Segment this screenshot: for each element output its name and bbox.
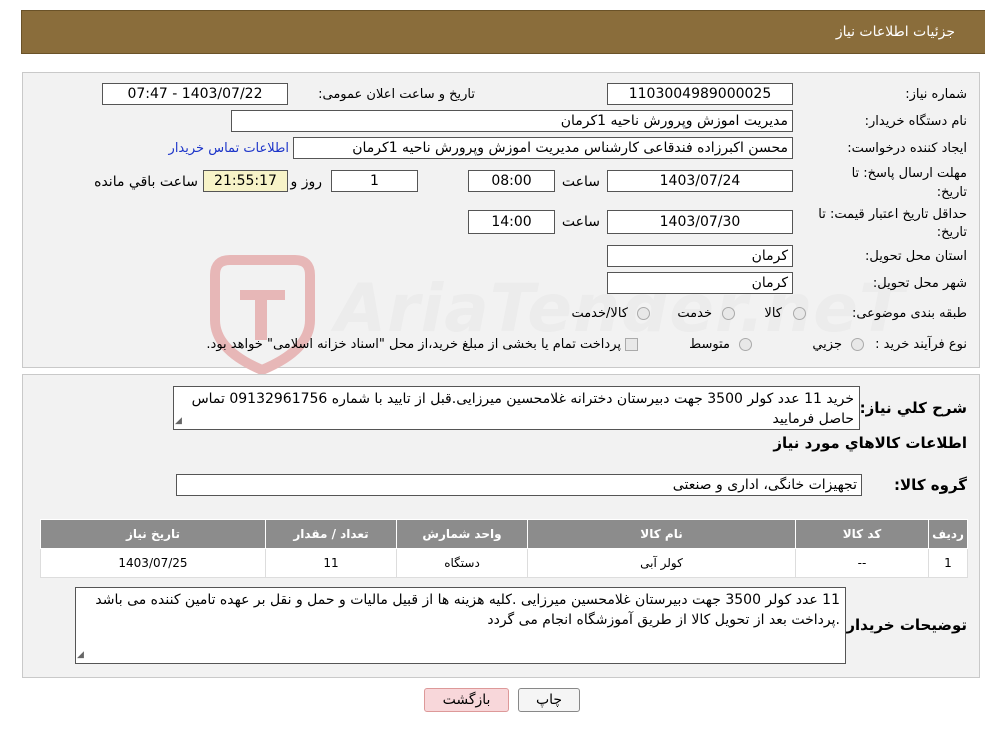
goods-group-field: تجهیزات خانگی، اداری و صنعتی xyxy=(176,474,862,496)
need-number-label: شماره نیاز: xyxy=(905,87,967,102)
col-name: نام کالا xyxy=(527,519,796,549)
price-validity-time: 14:00 xyxy=(468,210,555,234)
buyer-contact-link[interactable]: اطلاعات تماس خریدار xyxy=(169,141,289,156)
process-note: پرداخت تمام یا بخشی از مبلغ خرید،از محل … xyxy=(206,337,621,352)
reply-deadline-label-1: مهلت ارسال پاسخ: تا xyxy=(851,166,967,181)
cell-date: 1403/07/25 xyxy=(40,548,266,578)
goods-section-title: اطلاعات کالاهاي مورد نياز xyxy=(773,434,967,452)
cell-unit: دستگاه xyxy=(396,548,528,578)
process-option-medium: متوسط xyxy=(689,337,730,352)
reply-deadline-date: 1403/07/24 xyxy=(607,170,793,192)
col-unit: واحد شمارش xyxy=(396,519,528,549)
requester-field: محسن اکبرزاده فندقاعی کارشناس مدیریت امو… xyxy=(293,137,793,159)
process-radio-medium[interactable] xyxy=(739,338,752,351)
back-button[interactable]: بازگشت xyxy=(424,688,509,712)
price-validity-label-2: تاریخ: xyxy=(936,225,967,240)
summary-label: شرح كلي نياز: xyxy=(859,399,967,417)
cell-code: -- xyxy=(795,548,929,578)
category-option-goods: کالا xyxy=(764,306,782,321)
buyer-notes-resize-grip: ◢ xyxy=(77,650,84,660)
reply-days-label: روز و xyxy=(290,174,323,190)
goods-table-header: ردیف کد کالا نام کالا واحد شمارش تعداد /… xyxy=(40,519,968,549)
page-title: جزئیات اطلاعات نیاز xyxy=(835,24,955,40)
province-field: کرمان xyxy=(607,245,793,267)
category-radio-both[interactable] xyxy=(637,307,650,320)
col-qty: تعداد / مقدار xyxy=(265,519,397,549)
cell-qty: 11 xyxy=(265,548,397,578)
cell-row: 1 xyxy=(928,548,968,578)
treasury-checkbox[interactable] xyxy=(625,338,638,351)
city-field: کرمان xyxy=(607,272,793,294)
city-label: شهر محل تحویل: xyxy=(872,276,967,291)
price-time-label: ساعت xyxy=(561,214,600,230)
print-button[interactable]: چاپ xyxy=(518,688,580,712)
page-header: جزئیات اطلاعات نیاز xyxy=(21,10,985,54)
table-row: 1 -- کولر آبی دستگاه 11 1403/07/25 xyxy=(40,548,968,578)
col-date: تاریخ نیاز xyxy=(40,519,266,549)
reply-time-label: ساعت xyxy=(561,174,600,190)
buyer-org-field: مدیریت اموزش وپرورش ناحیه 1کرمان xyxy=(231,110,793,132)
need-number-field: 1103004989000025 xyxy=(607,83,793,105)
category-option-service: خدمت xyxy=(677,306,712,321)
summary-field: خرید 11 عدد کولر 3500 جهت دبیرستان دخترا… xyxy=(173,386,860,430)
province-label: استان محل تحویل: xyxy=(865,249,967,264)
process-radio-minor[interactable] xyxy=(851,338,864,351)
summary-resize-grip: ◢ xyxy=(175,416,182,426)
cell-name: کولر آبی xyxy=(527,548,796,578)
price-validity-date: 1403/07/30 xyxy=(607,210,793,234)
col-code: کد کالا xyxy=(795,519,929,549)
reply-days-field: 1 xyxy=(331,170,418,192)
process-label: نوع فرآیند خرید : xyxy=(875,337,967,352)
announce-datetime-label: تاریخ و ساعت اعلان عمومی: xyxy=(318,87,475,102)
remaining-time-field: 21:55:17 xyxy=(203,170,288,192)
category-radio-goods[interactable] xyxy=(793,307,806,320)
buyer-notes-field: 11 عدد کولر 3500 جهت دبیرستان غلامحسین م… xyxy=(75,587,846,664)
category-label: طبقه بندی موضوعی: xyxy=(851,306,967,321)
announce-datetime-field: 1403/07/22 - 07:47 xyxy=(102,83,288,105)
price-validity-label-1: حداقل تاریخ اعتبار قیمت: تا xyxy=(818,207,967,222)
category-radio-service[interactable] xyxy=(722,307,735,320)
process-option-minor: جزیي xyxy=(812,337,842,352)
reply-deadline-time: 08:00 xyxy=(468,170,555,192)
col-row: ردیف xyxy=(928,519,968,549)
requester-label: ایجاد کننده درخواست: xyxy=(847,141,967,156)
category-option-both: کالا/خدمت xyxy=(571,306,628,321)
remaining-time-label: ساعت باقي مانده xyxy=(94,174,198,190)
goods-table: ردیف کد کالا نام کالا واحد شمارش تعداد /… xyxy=(40,519,968,578)
goods-group-label: گروه کالا: xyxy=(894,476,967,494)
buyer-org-label: نام دستگاه خریدار: xyxy=(864,114,967,129)
reply-deadline-label-2: تاریخ: xyxy=(936,185,967,200)
buyer-notes-label: توضیحات خریدار: xyxy=(840,616,967,634)
